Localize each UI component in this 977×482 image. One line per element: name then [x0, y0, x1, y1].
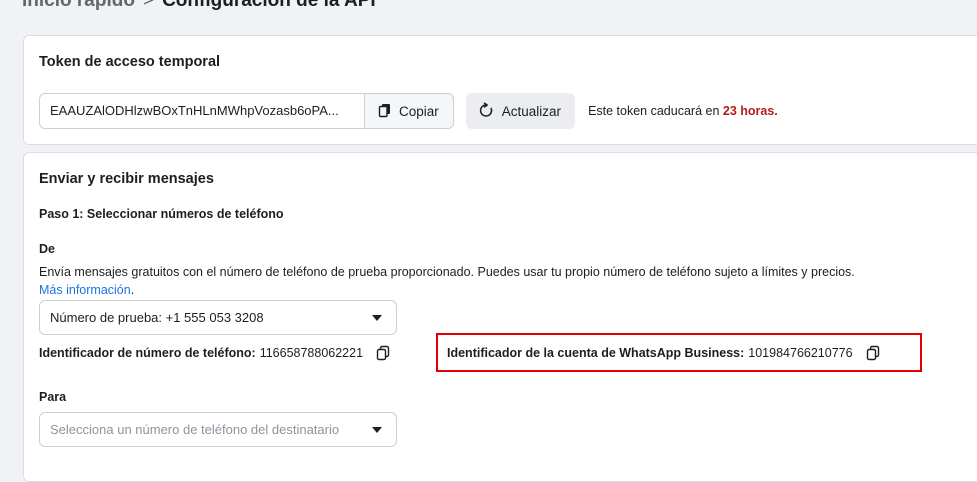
- from-description: Envía mensajes gratuitos con el número d…: [39, 263, 977, 299]
- token-card: Token de acceso temporal EAAUZAlODHlzwBO…: [23, 35, 977, 145]
- waba-id-label: Identificador de la cuenta de WhatsApp B…: [447, 345, 745, 360]
- copy-token-button[interactable]: Copiar: [364, 93, 454, 129]
- send-receive-card: Enviar y recibir mensajes Paso 1: Selecc…: [23, 152, 977, 482]
- waba-id-highlight: Identificador de la cuenta de WhatsApp B…: [436, 333, 922, 372]
- caret-down-icon: [372, 315, 382, 321]
- step1-title: Paso 1: Seleccionar números de teléfono: [39, 207, 284, 221]
- token-input[interactable]: EAAUZAlODHlzwBOxTnHLnMWhpVozasb6oPA...: [39, 93, 364, 129]
- phone-id-row: Identificador de número de teléfono: 116…: [39, 345, 391, 361]
- waba-id-value: 101984766210776: [748, 345, 853, 360]
- refresh-token-button[interactable]: Actualizar: [465, 93, 576, 129]
- from-label: De: [39, 242, 55, 256]
- phone-id-label: Identificador de número de teléfono:: [39, 346, 256, 360]
- breadcrumb: Inicio rápido > Configuración de la API: [22, 0, 376, 12]
- breadcrumb-separator: >: [142, 0, 155, 11]
- from-phone-select-value: Número de prueba: +1 555 053 3208: [50, 310, 264, 325]
- from-description-text: Envía mensajes gratuitos con el número d…: [39, 265, 855, 279]
- copy-token-label: Copiar: [399, 103, 439, 119]
- to-phone-select-placeholder: Selecciona un número de teléfono del des…: [50, 422, 340, 437]
- more-info-suffix: .: [130, 283, 135, 297]
- token-expiry-hours: 23 horas.: [722, 104, 778, 118]
- send-receive-title: Enviar y recibir mensajes: [39, 171, 214, 187]
- token-expiry-prefix: Este token caducará en: [588, 104, 723, 118]
- to-phone-select[interactable]: Selecciona un número de teléfono del des…: [39, 412, 397, 447]
- from-phone-select[interactable]: Número de prueba: +1 555 053 3208: [39, 300, 397, 335]
- copy-icon[interactable]: [375, 345, 391, 361]
- refresh-icon: [478, 101, 494, 121]
- refresh-token-label: Actualizar: [501, 103, 562, 119]
- copy-icon[interactable]: [865, 345, 881, 361]
- caret-down-icon: [372, 427, 382, 433]
- phone-id-value: 116658788062221: [259, 346, 364, 360]
- to-label: Para: [39, 390, 67, 404]
- token-row: EAAUZAlODHlzwBOxTnHLnMWhpVozasb6oPA... C…: [39, 93, 778, 129]
- breadcrumb-quickstart[interactable]: Inicio rápido: [22, 0, 135, 11]
- token-card-title: Token de acceso temporal: [39, 54, 221, 70]
- copy-icon: [377, 102, 393, 121]
- token-expiry-text: Este token caducará en 23 horas.: [588, 104, 778, 118]
- more-info-link[interactable]: Más información: [39, 283, 131, 297]
- breadcrumb-current: Configuración de la API: [162, 0, 376, 11]
